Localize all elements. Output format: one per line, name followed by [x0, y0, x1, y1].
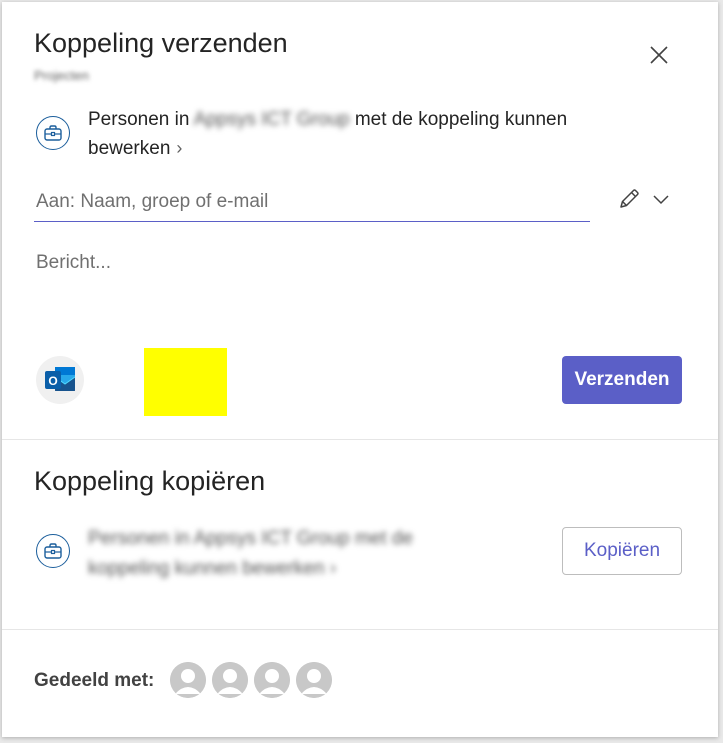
permission-dropdown-button[interactable]: [648, 186, 674, 212]
dialog-title: Koppeling verzenden: [34, 28, 288, 58]
chevron-right-icon: ›: [176, 138, 183, 158]
briefcase-icon: [36, 534, 70, 568]
section-divider: [2, 439, 718, 440]
chevron-down-icon: [653, 195, 669, 205]
share-dialog: Koppeling verzenden Projecten Personen i…: [2, 2, 718, 737]
copy-button[interactable]: Kopiëren: [562, 527, 682, 575]
permission-prefix: Personen in: [88, 109, 194, 130]
outlook-letter: O: [48, 374, 57, 388]
copy-link-title: Koppeling kopiëren: [34, 466, 266, 496]
avatar[interactable]: [254, 662, 290, 698]
message-input[interactable]: [34, 250, 674, 330]
outlook-icon: O: [45, 367, 76, 391]
outlook-button[interactable]: O: [36, 356, 84, 404]
shared-with-label: Gedeeld met:: [34, 670, 155, 691]
copy-permission-link[interactable]: Personen in Appsys ICT Group met de kopp…: [88, 524, 468, 584]
recipients-input[interactable]: [34, 182, 590, 222]
dialog-subtitle: Projecten: [34, 68, 89, 83]
permission-settings-link[interactable]: Personen in Appsys ICT Group met de kopp…: [88, 106, 648, 163]
avatar[interactable]: [212, 662, 248, 698]
avatar[interactable]: [296, 662, 332, 698]
close-icon: [650, 46, 668, 64]
shared-avatars: [170, 662, 332, 698]
organization-name: Appsys ICT Group: [193, 109, 350, 130]
close-button[interactable]: [644, 40, 674, 70]
send-button[interactable]: Verzenden: [562, 356, 682, 404]
avatar[interactable]: [170, 662, 206, 698]
section-divider: [2, 629, 718, 630]
briefcase-icon: [36, 116, 70, 150]
edit-permission-button[interactable]: [614, 184, 644, 214]
redacted-area: [144, 348, 227, 416]
pencil-icon: [620, 189, 639, 208]
